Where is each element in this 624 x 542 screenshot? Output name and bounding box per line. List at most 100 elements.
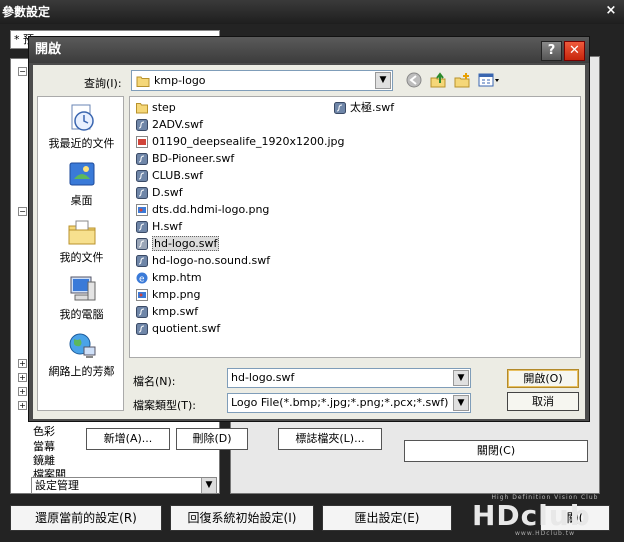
restore-default-button[interactable]: 回復系統初始設定(I) [170,505,314,531]
flash-file-icon [136,323,148,335]
file-item[interactable]: dts.dd.hdmi-logo.png [134,202,269,218]
file-item[interactable]: D.swf [134,185,183,201]
file-item[interactable]: kmp.png [134,287,201,303]
file-name: 太極.swf [350,101,395,114]
file-item[interactable]: 01190_deepsealife_1920x1200.jpg [134,134,345,150]
settings-title: 參數設定 [2,5,51,19]
filetype-value: Logo File(*.bmp;*.jpg;*.png;*.pcx;*.swf) [231,396,449,409]
file-name: quotient.swf [152,322,221,335]
desktop-icon [69,162,94,186]
my-computer-icon [70,276,95,301]
flash-file-icon [334,102,346,114]
tree-collapse-icon[interactable]: − [18,207,27,216]
back-icon[interactable] [405,72,423,90]
export-settings-button[interactable]: 匯出設定(E) [322,505,452,531]
look-in-combo[interactable]: kmp-logo ▼ [131,70,393,91]
open-dialog-body: 查詢(I): kmp-logo ▼ 我最近的文件 桌面 我的文件 我的電腦 網路… [33,65,585,419]
place-label: 桌面 [70,194,93,207]
place-recent-documents[interactable]: 我最近的文件 [38,103,125,151]
settings-manager-combo[interactable]: 設定管理 ▼ [31,477,217,494]
image-file-icon [136,289,148,301]
look-in-label: 查詢(I): [84,77,122,90]
place-label: 網路上的芳鄰 [48,365,115,378]
file-item[interactable]: step [134,100,176,116]
tree-item[interactable]: 色彩 [33,423,55,439]
place-desktop[interactable]: 桌面 [38,160,125,208]
logo-folder-button[interactable]: 標誌檔夾(L)... [278,428,382,450]
settings-close-icon[interactable]: × [604,4,618,18]
up-folder-icon[interactable] [429,72,447,90]
filename-label: 檔名(N): [133,375,176,388]
network-places-icon [69,333,95,358]
file-item[interactable]: BD-Pioneer.swf [134,151,234,167]
chevron-down-icon[interactable]: ▼ [201,478,216,493]
chevron-down-icon[interactable]: ▼ [375,72,391,89]
chevron-down-icon[interactable]: ▼ [453,395,469,411]
tree-expand-icon[interactable]: + [18,373,27,382]
chevron-down-icon[interactable]: ▼ [453,370,469,386]
flash-file-icon [136,170,148,182]
file-item[interactable]: H.swf [134,219,182,235]
file-name: 01190_deepsealife_1920x1200.jpg [152,135,345,148]
restore-current-button[interactable]: 還原當前的設定(R) [10,505,162,531]
tree-expand-icon[interactable]: + [18,401,27,410]
place-network[interactable]: 網路上的芳鄰 [38,331,125,379]
image-file-icon [136,136,148,148]
file-name: hd-logo.swf [152,236,220,251]
file-item[interactable]: CLUB.swf [134,168,203,184]
open-dialog-title: 開啟 [29,37,589,63]
place-label: 我最近的文件 [48,137,115,150]
file-item[interactable]: e kmp.htm [134,270,202,286]
view-menu-icon[interactable] [477,72,501,90]
file-name: hd-logo-no.sound.swf [152,254,271,267]
settings-title-bar: 參數設定 [0,0,624,24]
file-item[interactable]: 太極.swf [332,100,394,116]
file-list[interactable]: step 2ADV.swf 01190_deepsealife_1920x120… [129,96,581,358]
place-label: 我的文件 [59,251,104,264]
tree-expand-icon[interactable]: + [18,387,27,396]
file-name: CLUB.swf [152,169,203,182]
hdclub-watermark: High Definition Vision Club HDclub www.H… [470,494,620,539]
filename-value: hd-logo.swf [231,371,295,384]
close-icon[interactable]: ✕ [564,41,585,61]
place-my-documents[interactable]: 我的文件 [38,217,125,265]
image-file-icon [136,204,148,216]
add-button[interactable]: 新增(A)... [86,428,170,450]
file-name: kmp.swf [152,305,199,318]
svg-text:e: e [139,275,145,285]
file-name: H.swf [152,220,183,233]
flash-file-icon [136,119,148,131]
tree-expand-icon[interactable]: + [18,359,27,368]
watermark-url: www.HDclub.tw [515,530,575,537]
delete-button[interactable]: 刪除(D) [176,428,248,450]
help-icon[interactable]: ? [541,41,562,61]
file-item[interactable]: 2ADV.swf [134,117,203,133]
watermark-logo: HDclub [472,499,591,532]
folder-icon [136,103,148,114]
close-button[interactable]: 關閉(C) [404,440,588,462]
my-documents-icon [68,220,95,245]
file-item[interactable]: kmp.swf [134,304,198,320]
flash-file-icon [136,187,148,199]
file-name: dts.dd.hdmi-logo.png [152,203,270,216]
file-item-selected[interactable]: hd-logo.swf [134,236,220,252]
recent-documents-icon [71,104,94,131]
open-button[interactable]: 開啟(O) [507,369,579,388]
file-item[interactable]: hd-logo-no.sound.swf [134,253,270,269]
flash-file-icon [136,153,148,165]
places-bar: 我最近的文件 桌面 我的文件 我的電腦 網路上的芳鄰 [37,96,124,411]
flash-file-icon [136,255,148,267]
flash-file-icon [136,306,148,318]
filetype-label: 檔案類型(T): [133,399,197,412]
file-name: 2ADV.swf [152,118,204,131]
cancel-button[interactable]: 取消 [507,392,579,411]
file-name: D.swf [152,186,183,199]
tree-collapse-icon[interactable]: − [18,67,27,76]
file-item[interactable]: quotient.swf [134,321,220,337]
filetype-select[interactable]: Logo File(*.bmp;*.jpg;*.png;*.pcx;*.swf)… [227,393,471,413]
flash-file-icon [136,238,148,250]
new-folder-icon[interactable] [453,72,471,90]
place-my-computer[interactable]: 我的電腦 [38,274,125,322]
file-name: step [152,101,176,114]
filename-field[interactable]: hd-logo.swf ▼ [227,368,471,388]
